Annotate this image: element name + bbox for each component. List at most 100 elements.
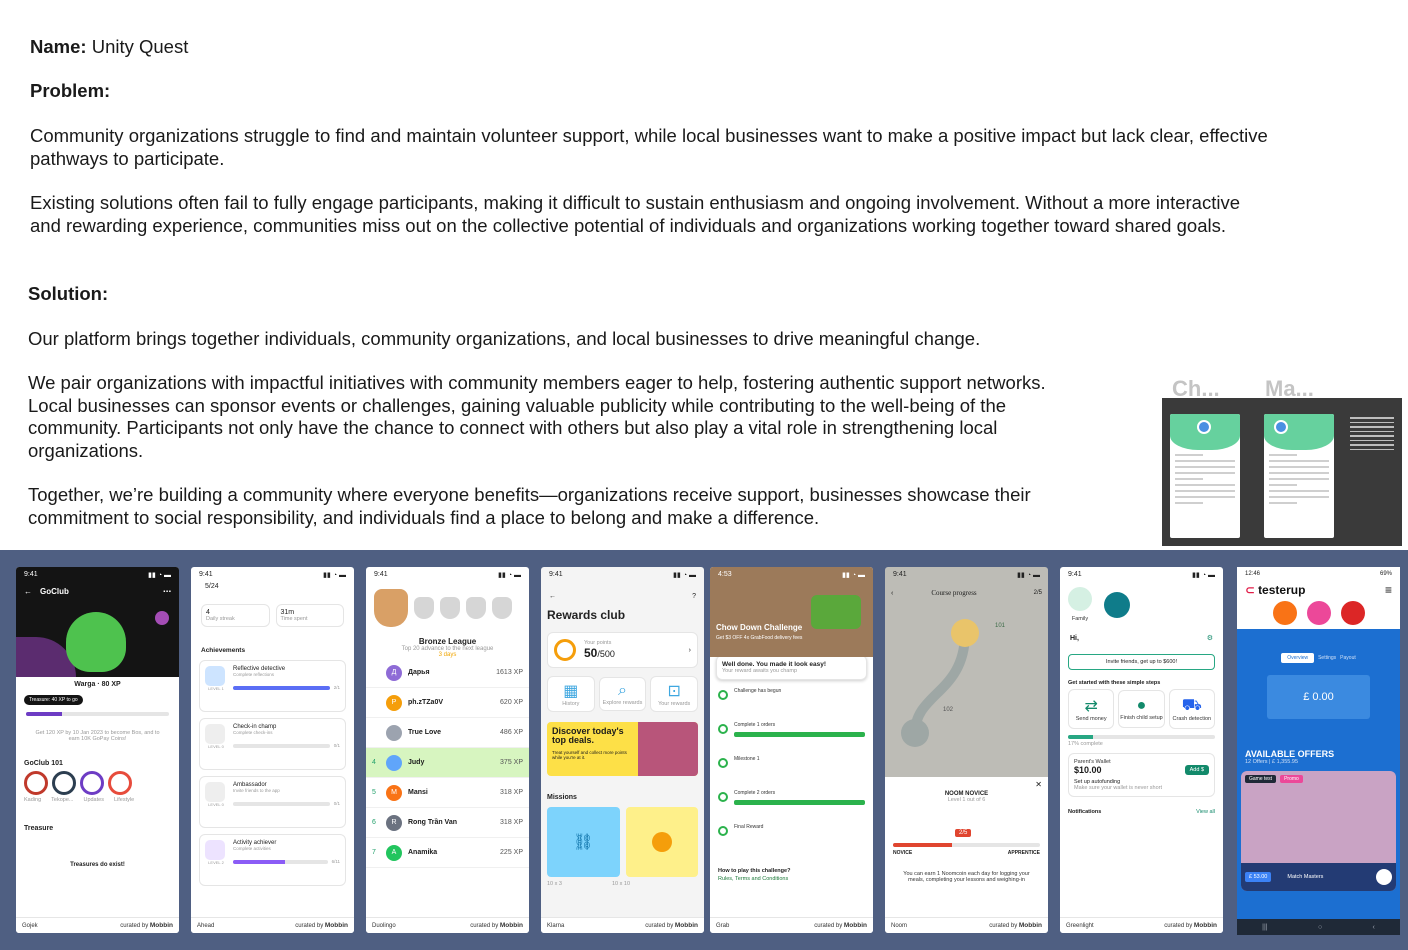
missions-heading: Missions — [547, 794, 577, 801]
greenlight-screenshot[interactable]: 9:41 ▮▮ ◔ ▬ Family Hi, ⚙ Invite friends, g… — [1060, 567, 1223, 933]
treasure-pill: Treasure: 40 XP to go — [24, 695, 83, 705]
step-check-icon — [718, 792, 728, 802]
avatar[interactable] — [1306, 601, 1331, 625]
streak-label: Daily streak — [206, 616, 235, 622]
rank: 5 — [372, 789, 376, 796]
goclub-screenshot[interactable]: 9:41 ▮▮ ◔ ▬ ← GoClub ⋯ Warga · 80 XP Trea… — [16, 567, 179, 933]
mobbin-label: Mobbin — [843, 922, 867, 929]
rewards-screenshot[interactable]: 9:41 ▮▮ ◔ ▬ ←? Rewards club Your points 5… — [541, 567, 704, 933]
tab-payout[interactable]: Payout — [1340, 655, 1356, 661]
lesson-node-icon — [951, 619, 979, 647]
rules-link[interactable]: Rules, Terms and Conditions — [710, 874, 873, 884]
leaderboard-row[interactable]: 5 M Mansi 318 XP — [366, 778, 529, 808]
avatar[interactable] — [1340, 601, 1365, 625]
offers-subtitle: 12 Offers | £ 1,355.95 — [1245, 759, 1299, 765]
problem-p2-line2: and rewarding experience, communities mi… — [30, 214, 1226, 236]
back-arrow-icon[interactable]: ← — [549, 593, 556, 600]
achievement-card[interactable]: LEVEL 0 Ambassador Invite friends to the a… — [199, 776, 346, 828]
leaderboard-row[interactable]: Д Дарья 1613 XP — [366, 658, 529, 688]
leaderboard-row[interactable]: 6 R Rong Trần Van 318 XP — [366, 808, 529, 838]
leaderboard-row[interactable]: 7 A Anamika 225 XP — [366, 838, 529, 868]
help-icon[interactable]: ? — [692, 593, 696, 600]
status-time: 9:41 — [199, 571, 213, 578]
embedded-board-preview[interactable]: Ch... Ma... — [1162, 376, 1402, 546]
offer-card[interactable]: Game test Promo £ 53.00 Match Masters — [1241, 771, 1396, 891]
crash-detection-step[interactable]: ⛟ Crash detection — [1168, 689, 1215, 729]
home-icon[interactable]: ○ — [1318, 924, 1322, 931]
badge-icon[interactable] — [52, 771, 76, 795]
curated-label: curated by — [295, 923, 324, 929]
back-arrow-icon[interactable]: ‹ — [891, 590, 893, 597]
step-check-icon — [718, 724, 728, 734]
achievement-level: LEVEL 2 — [208, 860, 224, 865]
achievement-badge-icon — [205, 840, 225, 860]
achievement-count: 6/11 — [331, 859, 340, 864]
mobbin-footer: Gojek curated by Mobbin — [16, 917, 179, 933]
step-label: Challenge has begun — [734, 688, 782, 694]
badge-icon[interactable] — [108, 771, 132, 795]
back-arrow-icon[interactable]: ← — [24, 587, 32, 596]
back-icon[interactable]: ‹ — [1372, 924, 1374, 931]
leaderboard-row[interactable]: 4 Judy 375 XP — [366, 748, 529, 778]
history-button[interactable]: ▦ History — [547, 676, 595, 712]
tab-settings[interactable]: Settings — [1318, 655, 1336, 661]
challenge-step: Milestone 1 — [718, 756, 865, 790]
mobbin-footer: Duolingo curated by Mobbin — [366, 917, 529, 933]
more-icon[interactable]: ⋯ — [163, 587, 171, 596]
leaderboard-row[interactable]: True Love 486 XP — [366, 718, 529, 748]
avatar — [386, 754, 402, 771]
inspiration-strip: 9:41 ▮▮ ◔ ▬ ← GoClub ⋯ Warga · 80 XP Trea… — [0, 550, 1408, 950]
tab-overview[interactable]: Overview — [1281, 653, 1315, 663]
achievements-screenshot[interactable]: 9:41 ▮▮ ◔ ▬ 5/24 4 Daily streak 31m Time sp… — [191, 567, 354, 933]
status-time: 9:41 — [893, 571, 907, 578]
your-rewards-button[interactable]: ⊡ Your rewards — [650, 676, 699, 712]
achievement-card[interactable]: LEVEL 0 Check-in champ Complete check-ins 0… — [199, 718, 346, 770]
avatar[interactable] — [1272, 601, 1297, 625]
close-icon[interactable]: ✕ — [1035, 780, 1042, 789]
player-xp: 1613 XP — [496, 669, 523, 676]
noom-screenshot[interactable]: 9:41 ▮▮ ◔ ▬ ‹ Course progress 2/5 101 102… — [885, 567, 1048, 933]
player-xp: 318 XP — [500, 819, 523, 826]
points-card[interactable]: Your points 50/500 › — [547, 632, 698, 668]
battery-level: 69% — [1379, 571, 1392, 577]
solution-label: Solution: — [28, 283, 109, 304]
child-setup-step[interactable]: ● Finish child setup — [1118, 690, 1165, 728]
leaderboard-row[interactable]: Pph.zTZa0V 620 XP — [366, 688, 529, 718]
player-name: ph.zTZa0V — [408, 699, 444, 706]
avatar — [386, 724, 402, 741]
lesson-label: 101 — [995, 623, 1006, 629]
add-money-button[interactable]: Add $ — [1184, 765, 1209, 775]
league-screenshot[interactable]: 9:41 ▮▮ ◔ ▬ Bronze League Top 20 advance … — [366, 567, 529, 933]
achievement-card[interactable]: LEVEL 2 Activity achiever Complete activit… — [199, 834, 346, 886]
preview-frame-2 — [1264, 414, 1334, 538]
family-avatar[interactable] — [1068, 587, 1092, 611]
mission-reward: 10 x 3 — [547, 881, 562, 887]
achievement-card[interactable]: LEVEL 1 Reflective detective Complete refl… — [199, 660, 346, 712]
mission-card[interactable]: ⛓ — [547, 807, 620, 877]
novice-label: NOVICE — [893, 850, 913, 856]
player-xp: 486 XP — [500, 729, 523, 736]
recents-icon[interactable]: ||| — [1262, 924, 1267, 931]
player-name: Rong Trần Van — [408, 819, 458, 826]
menu-icon[interactable]: ≡ — [1385, 583, 1392, 597]
step-label: Finish child setup — [1120, 715, 1163, 721]
settings-icon[interactable]: ⚙ — [1207, 634, 1213, 642]
mobbin-label: Mobbin — [674, 922, 698, 929]
mission-card[interactable] — [625, 807, 698, 877]
view-all-link[interactable]: View all — [1196, 809, 1215, 815]
testerup-screenshot[interactable]: 12:46 69% ⊂ testerup ≡ Overview Settings Pa… — [1237, 567, 1400, 935]
go-icon[interactable] — [1376, 869, 1392, 885]
mascot-icon — [66, 612, 126, 672]
preview-board — [1162, 398, 1402, 546]
achievement-level: LEVEL 0 — [208, 802, 224, 807]
mobbin-label: Mobbin — [149, 922, 173, 929]
promo-banner[interactable]: Discover today's top deals. Treat yourse… — [547, 722, 698, 776]
badge-icon[interactable] — [24, 771, 48, 795]
explore-rewards-button[interactable]: ⌕ Explore rewards — [598, 677, 647, 711]
child-avatar[interactable] — [1104, 591, 1130, 618]
invite-button[interactable]: Invite friends, get up to $600! — [1068, 654, 1215, 670]
send-money-step[interactable]: ⇄ Send money — [1068, 689, 1115, 729]
badge-icon[interactable] — [80, 771, 104, 795]
steps-title: Get started with these simple steps — [1068, 680, 1161, 686]
grab-screenshot[interactable]: 4:53 ▮▮ ◔ ▬ Chow Down Challenge Get $3 OF… — [710, 567, 873, 933]
